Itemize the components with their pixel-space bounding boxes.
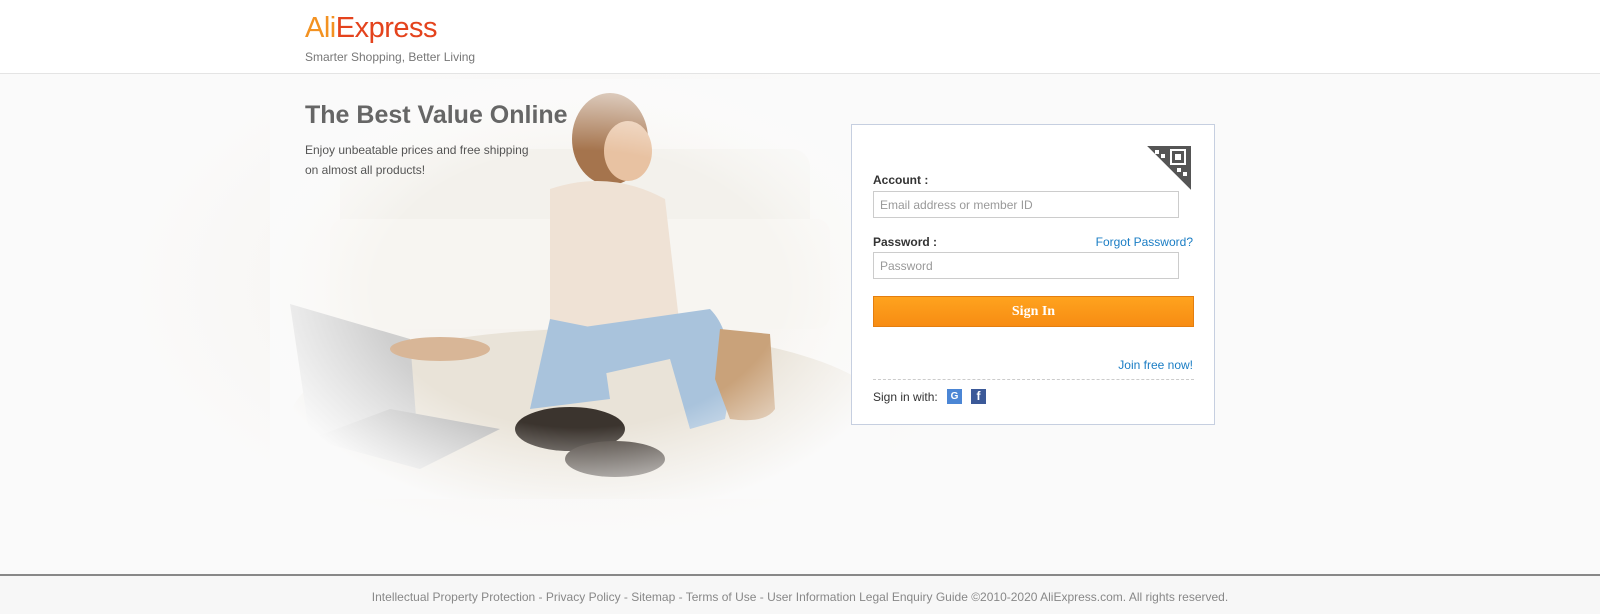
footer-link-legal-enquiry[interactable]: User Information Legal Enquiry Guide (767, 590, 968, 604)
account-input[interactable] (873, 191, 1179, 218)
qr-code-icon[interactable] (1147, 146, 1191, 190)
join-free-link[interactable]: Join free now! (1118, 358, 1193, 372)
footer: Intellectual Property Protection - Priva… (0, 574, 1600, 614)
footer-link-ip-protection[interactable]: Intellectual Property Protection (372, 590, 535, 604)
password-input[interactable] (873, 252, 1179, 279)
footer-text: Intellectual Property Protection - Priva… (371, 590, 1229, 604)
password-label: Password : (873, 235, 938, 249)
hero-subtitle-line2: on almost all products! (305, 163, 426, 177)
hero-subtitle-line1: Enjoy unbeatable prices and free shippin… (305, 143, 529, 157)
forgot-password-link[interactable]: Forgot Password? (1096, 235, 1193, 249)
hero-title: The Best Value Online (305, 101, 568, 129)
sign-in-button[interactable]: Sign In (873, 296, 1194, 327)
account-label: Account : (873, 173, 929, 187)
hero-section: The Best Value Online Enjoy unbeatable p… (0, 74, 1600, 574)
footer-link-sitemap[interactable]: Sitemap (631, 590, 675, 604)
footer-link-privacy-policy[interactable]: Privacy Policy (546, 590, 621, 604)
footer-link-terms-of-use[interactable]: Terms of Use (686, 590, 757, 604)
header: AliExpress Smarter Shopping, Better Livi… (0, 0, 1600, 74)
hero-subtitle: Enjoy unbeatable prices and free shippin… (305, 140, 565, 180)
google-icon[interactable]: G (947, 389, 962, 404)
sign-in-with-label: Sign in with: (873, 390, 938, 404)
tagline: Smarter Shopping, Better Living (305, 50, 476, 64)
divider (873, 379, 1194, 380)
aliexpress-logo[interactable]: AliExpress (305, 14, 438, 43)
copyright: ©2010-2020 AliExpress.com. All rights re… (971, 590, 1229, 604)
login-panel: Account : Password : Forgot Password? Si… (851, 124, 1215, 425)
facebook-icon[interactable]: f (971, 389, 986, 404)
